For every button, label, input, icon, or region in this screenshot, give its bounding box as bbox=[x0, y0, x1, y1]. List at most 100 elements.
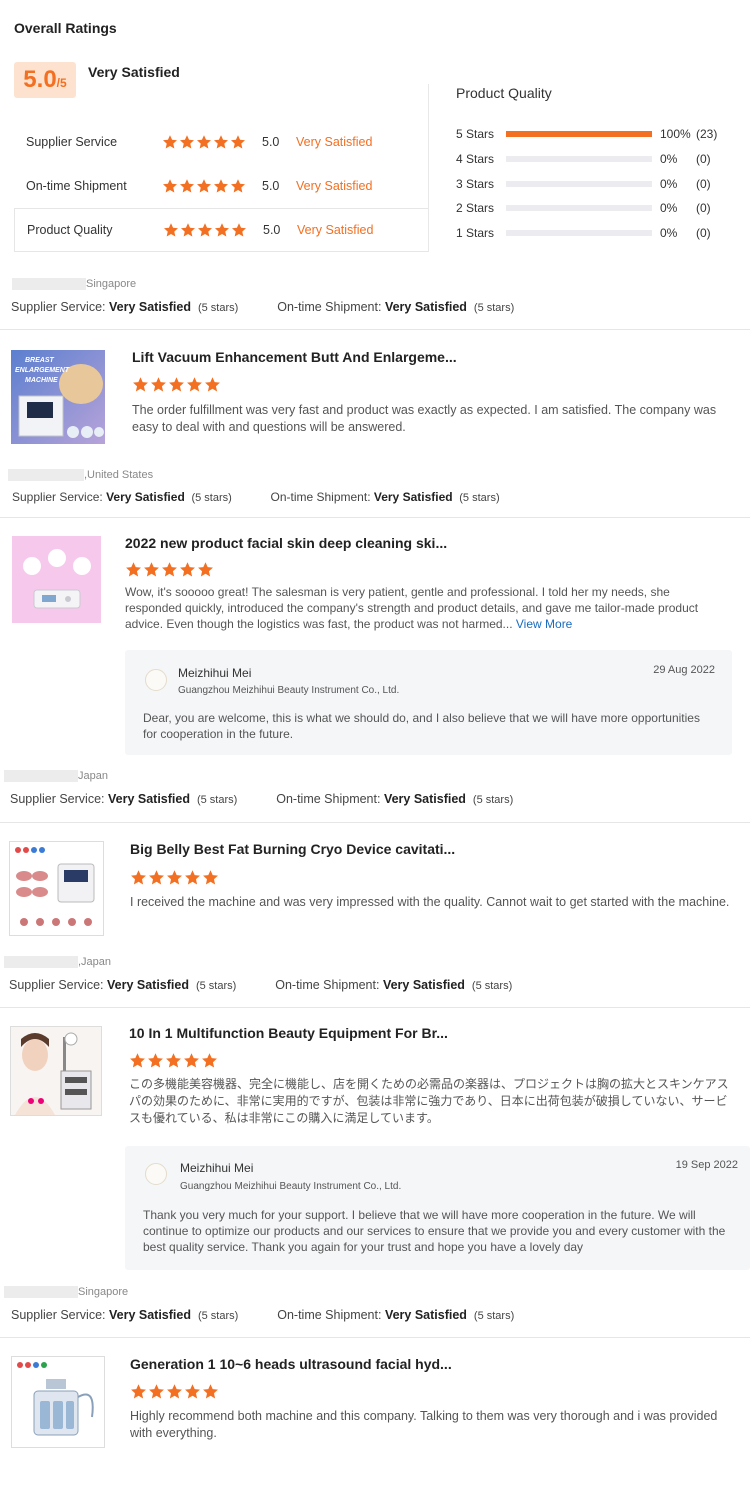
review-text: Highly recommend both machine and this c… bbox=[130, 1409, 718, 1440]
distribution-count: (0) bbox=[696, 201, 711, 216]
distribution-bar bbox=[506, 155, 652, 162]
distribution-percent: 100% bbox=[660, 127, 691, 141]
overall-summary: Very Satisfied bbox=[88, 64, 180, 80]
overall-ratings-title: Overall Ratings bbox=[14, 20, 117, 36]
reply-author: Meizhihui Mei bbox=[178, 666, 252, 680]
divider bbox=[0, 329, 750, 330]
reviewer-country: Singapore bbox=[86, 278, 137, 290]
star-icon bbox=[148, 1383, 165, 1400]
view-more-link[interactable]: View More bbox=[516, 617, 572, 631]
supplier-logo bbox=[145, 1163, 167, 1185]
star-icon bbox=[166, 1383, 183, 1400]
star-icon bbox=[150, 376, 167, 393]
product-thumbnail[interactable] bbox=[9, 841, 104, 936]
reviewer-info: Japan bbox=[4, 770, 108, 782]
rating-label: On-time Shipment bbox=[26, 179, 127, 193]
star-icon bbox=[162, 134, 178, 150]
star-icon bbox=[163, 222, 179, 238]
star-icon bbox=[184, 1383, 201, 1400]
rating-status: Very Satisfied bbox=[296, 135, 373, 149]
divider bbox=[0, 1337, 750, 1338]
review-stars bbox=[129, 1052, 218, 1069]
distribution-count: (0) bbox=[696, 151, 711, 166]
star-icon bbox=[130, 1383, 147, 1400]
star-icon bbox=[201, 1052, 218, 1069]
distribution-count: (0) bbox=[696, 176, 711, 191]
reviewer-country: Singapore bbox=[78, 1286, 129, 1298]
rating-stars bbox=[162, 134, 262, 150]
distribution-bar bbox=[506, 230, 652, 237]
star-icon bbox=[179, 178, 195, 194]
star-icon bbox=[184, 869, 201, 886]
star-icon bbox=[197, 561, 214, 578]
reviewer-info: ,Japan bbox=[4, 956, 111, 968]
product-thumbnail[interactable] bbox=[10, 1026, 102, 1116]
review-ratings-line: Supplier Service: Very Satisfied (5 star… bbox=[11, 300, 515, 314]
review-ratings-line: Supplier Service: Very Satisfied (5 star… bbox=[10, 792, 514, 806]
star-icon bbox=[213, 178, 229, 194]
distribution-label: 4 Stars bbox=[456, 151, 495, 166]
review-stars bbox=[132, 376, 221, 393]
reviewer-info: Singapore bbox=[12, 278, 136, 290]
star-icon bbox=[125, 561, 142, 578]
rating-status: Very Satisfied bbox=[297, 223, 374, 237]
reply-author: Meizhihui Mei bbox=[180, 1161, 254, 1175]
rating-label: Product Quality bbox=[27, 223, 113, 237]
star-icon bbox=[179, 134, 195, 150]
reviewer-name-blurred bbox=[4, 770, 78, 782]
star-icon bbox=[196, 134, 212, 150]
rating-stars bbox=[162, 178, 262, 194]
distribution-bar bbox=[506, 180, 652, 187]
star-icon bbox=[230, 134, 246, 150]
svg-text:ENLARGEMENT: ENLARGEMENT bbox=[15, 367, 70, 374]
product-title-link[interactable]: 2022 new product facial skin deep cleani… bbox=[125, 535, 447, 551]
star-icon bbox=[162, 178, 178, 194]
distribution-percent: 0% bbox=[660, 151, 678, 166]
distribution-bar bbox=[506, 131, 652, 137]
star-icon bbox=[202, 869, 219, 886]
product-title-link[interactable]: Generation 1 10~6 heads ultrasound facia… bbox=[130, 1356, 452, 1372]
reviewer-country: ,United States bbox=[84, 469, 154, 481]
product-title-link[interactable]: Lift Vacuum Enhancement Butt And Enlarge… bbox=[132, 349, 457, 365]
panel-divider bbox=[428, 84, 429, 252]
product-thumbnail[interactable] bbox=[12, 536, 101, 623]
star-icon bbox=[179, 561, 196, 578]
review-text: The order fulfillment was very fast and … bbox=[132, 403, 717, 434]
reply-date: 29 Aug 2022 bbox=[653, 664, 715, 676]
reviewer-info: Singapore bbox=[4, 1286, 128, 1298]
reviewer-name-blurred bbox=[4, 956, 78, 968]
svg-text:BREAST: BREAST bbox=[25, 357, 55, 364]
divider bbox=[0, 822, 750, 823]
review-stars bbox=[130, 1383, 219, 1400]
product-title-link[interactable]: Big Belly Best Fat Burning Cryo Device c… bbox=[130, 841, 455, 857]
review-text: この多機能美容機器、完全に機能し、店を開くための必需品の楽器は、プロジェクトは胸… bbox=[129, 1077, 729, 1125]
rating-row-product-quality[interactable]: Product Quality 5.0 Very Satisfied bbox=[14, 208, 428, 252]
star-icon bbox=[130, 869, 147, 886]
divider bbox=[0, 517, 750, 518]
rating-status: Very Satisfied bbox=[296, 179, 373, 193]
supplier-reply: Meizhihui Mei Guangzhou Meizhihui Beauty… bbox=[125, 1146, 750, 1270]
distribution-row: 3 Stars 0% (0) bbox=[456, 176, 726, 192]
distribution-row: 5 Stars 100% (23) bbox=[456, 126, 726, 142]
star-icon bbox=[165, 1052, 182, 1069]
reply-company: Guangzhou Meizhihui Beauty Instrument Co… bbox=[180, 1181, 402, 1192]
review-stars bbox=[125, 561, 214, 578]
star-icon bbox=[166, 869, 183, 886]
star-icon bbox=[168, 376, 185, 393]
divider bbox=[0, 1007, 750, 1008]
reviewer-name-blurred bbox=[8, 469, 84, 481]
distribution-row: 1 Stars 0% (0) bbox=[456, 225, 726, 241]
star-icon bbox=[180, 222, 196, 238]
product-title-link[interactable]: 10 In 1 Multifunction Beauty Equipment F… bbox=[129, 1025, 448, 1041]
product-thumbnail[interactable] bbox=[11, 1356, 105, 1448]
supplier-reply: Meizhihui Mei Guangzhou Meizhihui Beauty… bbox=[125, 650, 732, 755]
review-ratings-line: Supplier Service: Very Satisfied (5 star… bbox=[12, 490, 500, 504]
star-icon bbox=[213, 134, 229, 150]
star-icon bbox=[202, 1383, 219, 1400]
star-icon bbox=[214, 222, 230, 238]
reviewer-country: ,Japan bbox=[78, 956, 112, 968]
star-icon bbox=[143, 561, 160, 578]
star-icon bbox=[183, 1052, 200, 1069]
product-thumbnail[interactable]: BREAST ENLARGEMENT MACHINE bbox=[11, 350, 105, 444]
star-icon bbox=[132, 376, 149, 393]
